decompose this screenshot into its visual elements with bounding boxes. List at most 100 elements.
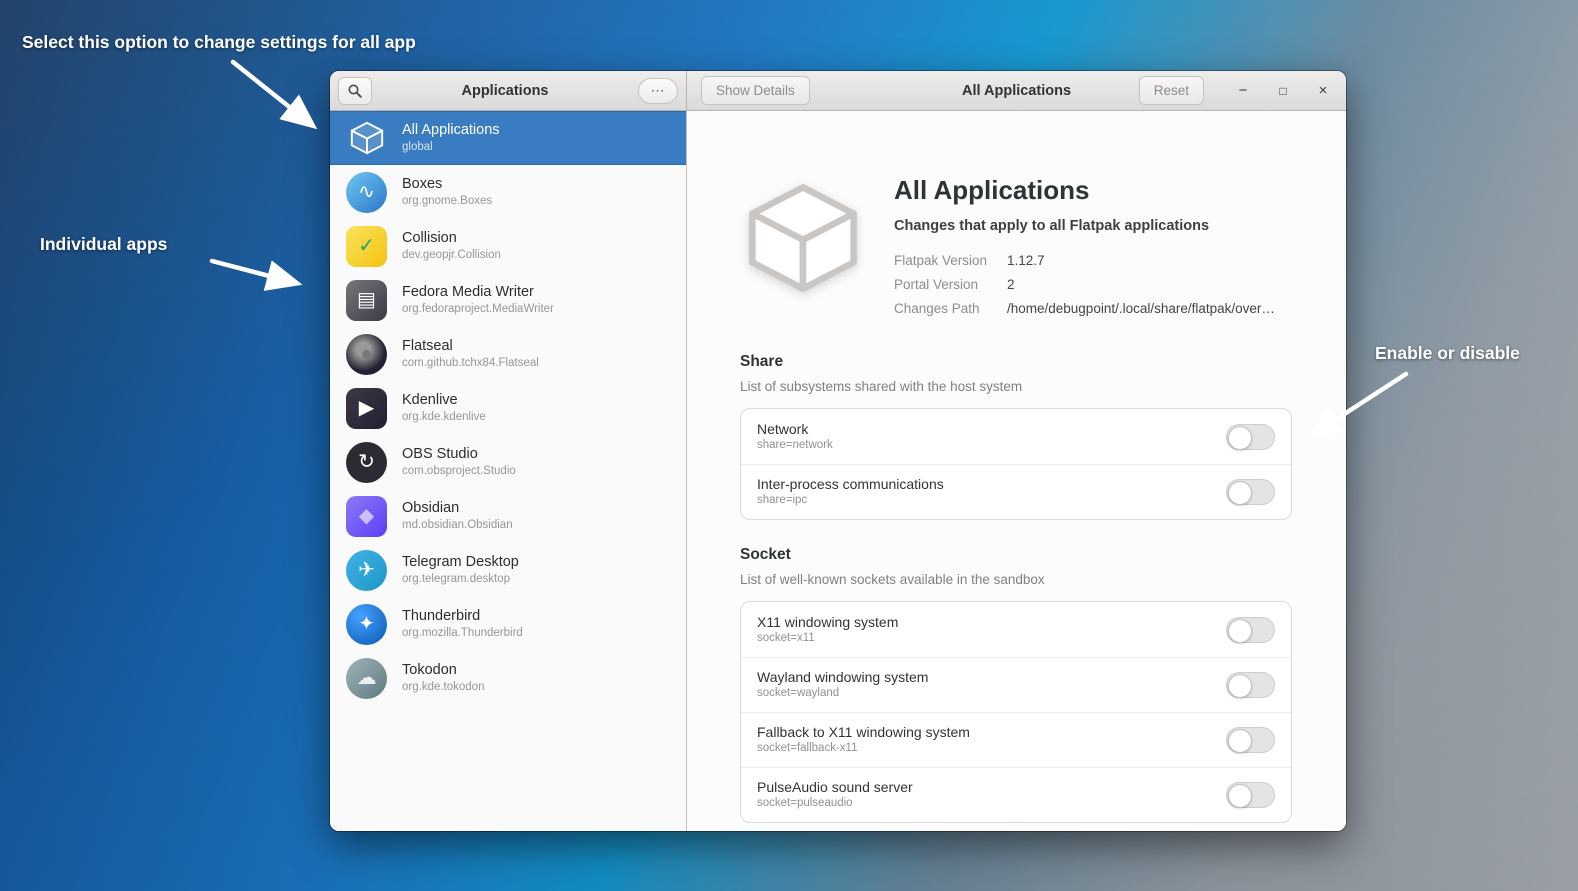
sidebar-app-row[interactable]: ◆ Obsidian md.obsidian.Obsidian [330,489,686,543]
property-row: Changes Path /home/debugpoint/.local/sha… [894,297,1275,321]
toggle-switch[interactable] [1226,672,1275,698]
flatpak-cube-icon [349,120,385,156]
app-name: Collision [402,229,501,247]
sidebar-app-row[interactable]: ↻ OBS Studio com.obsproject.Studio [330,435,686,489]
section-description: List of well-known sockets available in … [740,572,1292,587]
app-name: Kdenlive [402,391,486,409]
collision-app-icon: ✓ [346,226,387,267]
sidebar-headerbar: Applications ⋯ [330,71,687,111]
flatseal-app-icon: ● [346,334,387,375]
permission-label: Wayland windowing system [757,668,928,686]
sidebar-app-row[interactable]: ▶ Kdenlive org.kde.kdenlive [330,381,686,435]
kdenlive-app-icon: ▶ [346,388,387,429]
tokodon-app-icon: ☁ [346,658,387,699]
menu-dots-icon: ⋯ [650,82,665,99]
flatseal-window: Applications ⋯ Show Details All Applicat… [330,71,1346,831]
permission-card: Network share=network Inter-process comm… [740,408,1292,520]
toggle-switch[interactable] [1226,479,1275,505]
thunderbird-app-icon: ✦ [346,604,387,645]
app-header-block: All Applications Changes that apply to a… [740,175,1292,321]
permission-row: Fallback to X11 windowing system socket=… [741,712,1291,767]
show-details-button[interactable]: Show Details [701,76,810,105]
app-name: All Applications [402,121,500,139]
menu-button[interactable]: ⋯ [638,78,678,104]
property-value: 1.12.7 [1007,249,1045,273]
permission-key: share=ipc [757,493,944,509]
app-id: org.gnome.Boxes [402,194,492,209]
minimize-button[interactable]: − [1230,78,1256,104]
app-name: Fedora Media Writer [402,283,554,301]
permission-label: X11 windowing system [757,613,898,631]
permission-key: socket=pulseaudio [757,796,913,812]
property-label: Changes Path [894,297,1007,321]
toggle-switch[interactable] [1226,727,1275,753]
permission-row: Wayland windowing system socket=wayland [741,657,1291,712]
app-id: dev.geopjr.Collision [402,248,501,263]
permission-label: Network [757,420,833,438]
app-name: Telegram Desktop [402,553,519,571]
search-icon [347,83,363,99]
property-row: Portal Version 2 [894,273,1275,297]
properties: Flatpak Version 1.12.7 Portal Version 2 … [894,249,1275,321]
property-value: 2 [1007,273,1015,297]
close-icon: × [1319,82,1328,99]
minimize-icon: − [1239,82,1248,99]
sidebar-app-row[interactable]: ✦ Thunderbird org.mozilla.Thunderbird [330,597,686,651]
sidebar-app-row[interactable]: All Applications global [330,111,686,165]
section-title: Socket [740,546,1292,564]
content-pane: All Applications Changes that apply to a… [687,111,1346,831]
main-headerbar: Show Details All Applications Reset − □ … [687,71,1346,111]
permission-label: Fallback to X11 windowing system [757,723,970,741]
toggle-switch[interactable] [1226,617,1275,643]
sidebar: All Applications global ∿ Boxes org.gnom… [330,111,687,831]
boxes-app-icon: ∿ [346,172,387,213]
app-name: Obsidian [402,499,513,517]
flatpak-cube-icon [346,118,387,159]
hero-icon [740,175,866,301]
permission-sections: Share List of subsystems shared with the… [740,353,1292,823]
permission-key: socket=fallback-x11 [757,741,970,757]
sidebar-app-row[interactable]: ☁ Tokodon org.kde.tokodon [330,651,686,705]
app-id: org.mozilla.Thunderbird [402,626,523,641]
app-id: org.telegram.desktop [402,572,519,587]
app-id: org.fedoraproject.MediaWriter [402,302,554,317]
annotation-enable-disable: Enable or disable [1375,343,1520,364]
permission-row: Inter-process communications share=ipc [741,464,1291,519]
maximize-button[interactable]: □ [1270,78,1296,104]
app-id: md.obsidian.Obsidian [402,518,513,533]
obs-studio-app-icon: ↻ [346,442,387,483]
flatpak-cube-icon [743,178,863,298]
sidebar-app-row[interactable]: ▤ Fedora Media Writer org.fedoraproject.… [330,273,686,327]
toggle-switch[interactable] [1226,782,1275,808]
annotation-individual-apps: Individual apps [40,234,167,255]
sidebar-title: Applications [461,83,548,99]
permission-card: X11 windowing system socket=x11 Wayland … [740,601,1292,823]
permission-row: X11 windowing system socket=x11 [741,602,1291,657]
section-description: List of subsystems shared with the host … [740,379,1292,394]
permission-row: Network share=network [741,409,1291,464]
permission-row: PulseAudio sound server socket=pulseaudi… [741,767,1291,822]
app-id: com.obsproject.Studio [402,464,516,479]
property-row: Flatpak Version 1.12.7 [894,249,1275,273]
reset-button[interactable]: Reset [1139,76,1204,105]
app-id: org.kde.kdenlive [402,410,486,425]
telegram-app-icon: ✈ [346,550,387,591]
permission-key: socket=wayland [757,686,928,702]
sidebar-app-row[interactable]: ✓ Collision dev.geopjr.Collision [330,219,686,273]
app-name: OBS Studio [402,445,516,463]
close-button[interactable]: × [1310,78,1336,104]
sidebar-app-row[interactable]: ∿ Boxes org.gnome.Boxes [330,165,686,219]
sidebar-app-row[interactable]: ✈ Telegram Desktop org.telegram.desktop [330,543,686,597]
app-id: com.github.tchx84.Flatseal [402,356,539,371]
page-title: All Applications [894,175,1275,206]
permission-section: Socket List of well-known sockets availa… [740,546,1292,823]
permission-label: Inter-process communications [757,475,944,493]
app-name: Boxes [402,175,492,193]
obsidian-app-icon: ◆ [346,496,387,537]
section-title: Share [740,353,1292,371]
sidebar-app-row[interactable]: ● Flatseal com.github.tchx84.Flatseal [330,327,686,381]
search-button[interactable] [338,77,372,105]
app-id: org.kde.tokodon [402,680,484,695]
toggle-switch[interactable] [1226,424,1275,450]
app-id: global [402,140,500,155]
